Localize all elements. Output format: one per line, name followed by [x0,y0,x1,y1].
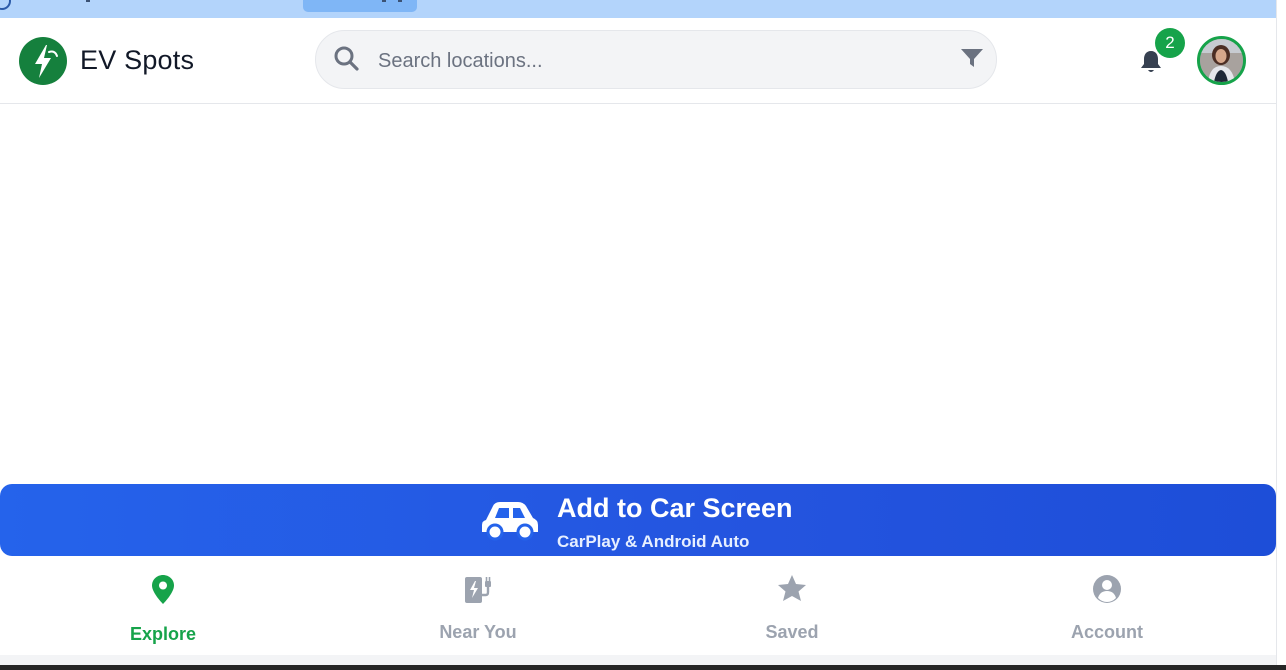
nav-item-explore[interactable]: Explore [63,557,263,655]
scrollbar[interactable] [1276,0,1286,670]
search-icon[interactable] [333,45,361,73]
app-logo[interactable] [19,37,67,85]
notification-badge: 2 [1155,28,1185,58]
nav-item-saved[interactable]: Saved [692,557,892,655]
nav-label-explore: Explore [129,624,197,644]
bottom-navigation: Explore Near You Saved Account [0,557,1276,655]
browser-indicator-icon [0,0,11,10]
filter-icon[interactable] [959,46,985,72]
map-pin-icon [152,575,174,604]
search-bar [315,30,997,89]
user-circle-icon [1093,575,1121,603]
app-title: EV Spots [80,45,195,75]
car-icon [482,502,538,541]
banner-subtitle: CarPlay & Android Auto [557,532,750,551]
window-bottom-edge [0,665,1286,670]
strip-mark [382,0,386,2]
nav-item-account[interactable]: Account [1007,557,1207,655]
charging-station-icon [465,577,491,603]
nav-label-account: Account [1071,622,1143,642]
strip-mark [398,0,402,2]
search-input[interactable] [376,43,940,79]
browser-top-strip [0,0,1286,18]
add-to-car-screen-banner[interactable]: Add to Car Screen CarPlay & Android Auto [0,484,1276,556]
avatar[interactable] [1197,36,1246,85]
nav-label-saved: Saved [765,622,819,642]
star-icon [778,575,806,601]
nav-label-near-you: Near You [439,622,517,642]
strip-mark [86,0,90,2]
lightning-bolt-icon [35,45,58,78]
user-photo-icon [1200,39,1243,82]
banner-title: Add to Car Screen [557,493,793,523]
app-header: EV Spots 2 [0,18,1276,104]
nav-item-near-you[interactable]: Near You [378,557,578,655]
